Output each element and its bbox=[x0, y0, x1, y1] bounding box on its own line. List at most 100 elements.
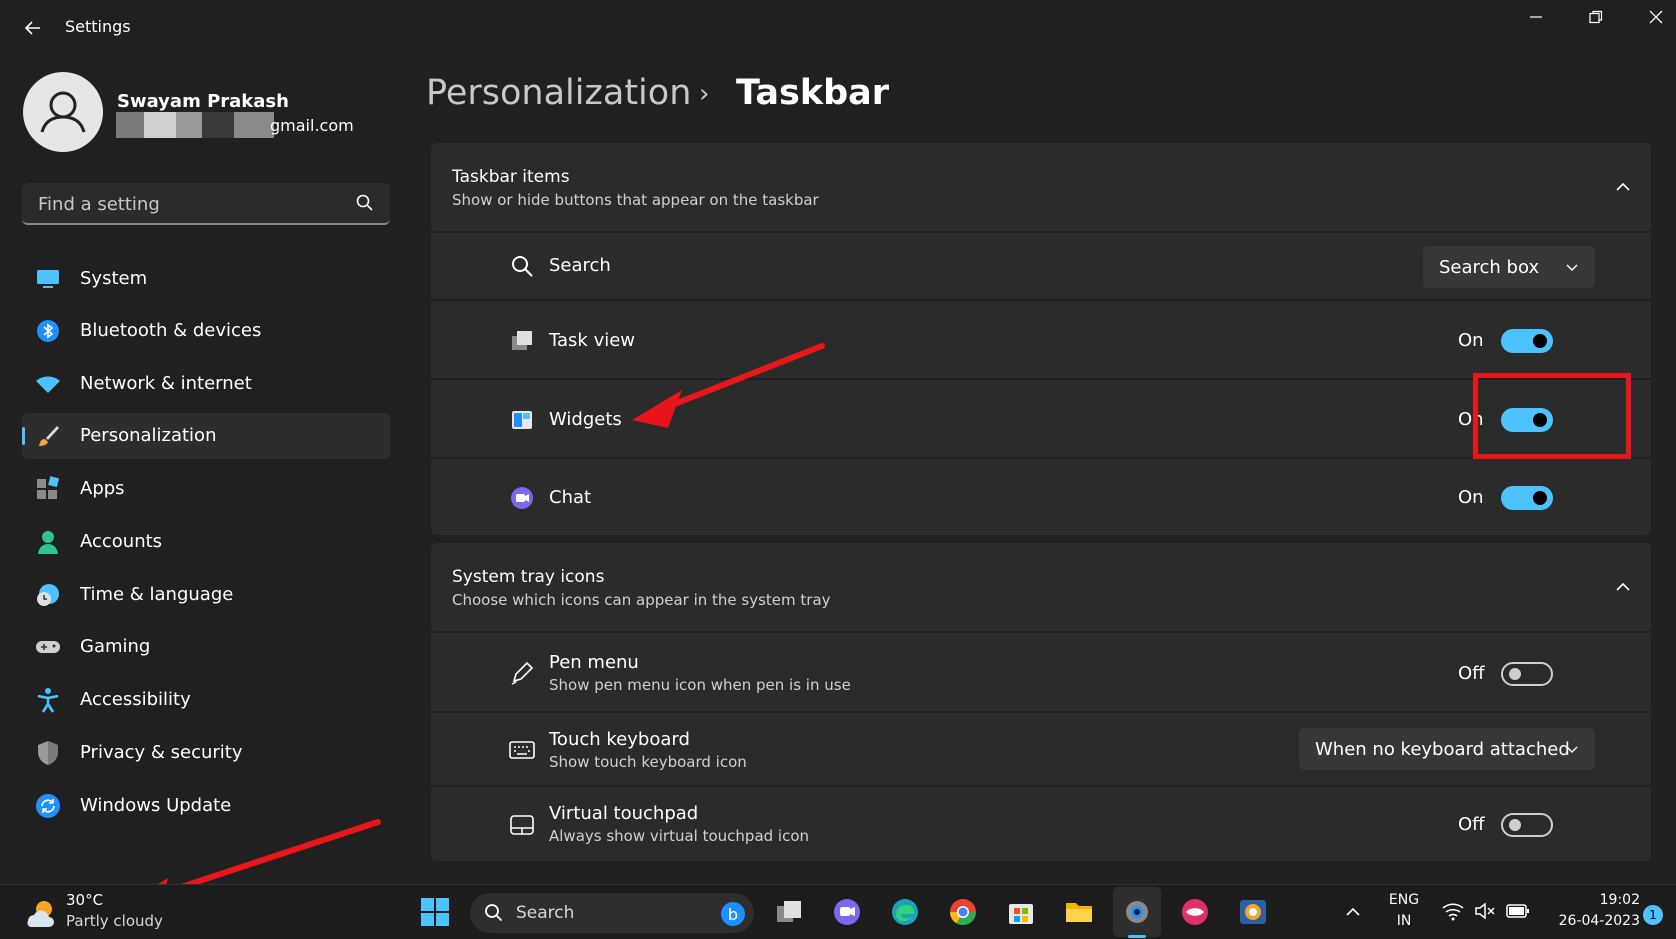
settings-gear-icon[interactable] bbox=[1122, 897, 1152, 927]
sidebar-item-label: Time & language bbox=[80, 584, 234, 605]
virtual-touchpad-toggle[interactable] bbox=[1501, 813, 1553, 837]
touchpad-icon bbox=[510, 815, 534, 835]
chevron-up-icon[interactable] bbox=[1611, 177, 1635, 197]
toggle-state-text: Off bbox=[1458, 814, 1485, 835]
search-icon bbox=[512, 256, 533, 277]
clock-date[interactable]: 26-04-2023 bbox=[1538, 913, 1640, 929]
windows-taskbar: 30°C Partly cloudy Search b ENG IN 19:02… bbox=[0, 884, 1676, 939]
sidebar-item-bluetooth[interactable]: Bluetooth & devices bbox=[22, 308, 390, 354]
battery-icon[interactable] bbox=[1506, 903, 1530, 919]
taskbar-search-box[interactable]: Search b bbox=[470, 893, 754, 933]
sidebar-item-label: Privacy & security bbox=[80, 742, 243, 763]
sidebar-item-label: Accounts bbox=[80, 531, 163, 552]
notification-badge[interactable]: 1 bbox=[1643, 905, 1663, 925]
chrome-browser-icon[interactable] bbox=[948, 897, 978, 927]
chevron-up-icon[interactable] bbox=[1344, 905, 1362, 919]
find-setting-box[interactable] bbox=[22, 183, 390, 225]
system-tray-section[interactable]: System tray icons Choose which icons can… bbox=[431, 543, 1651, 633]
breadcrumb-parent[interactable]: Personalization bbox=[426, 73, 691, 113]
highlight-box bbox=[1473, 373, 1631, 459]
setting-label: Search bbox=[549, 255, 611, 276]
dropdown-value: Search box bbox=[1439, 257, 1540, 278]
sidebar-item-label: Gaming bbox=[80, 636, 151, 657]
wifi-icon[interactable] bbox=[1442, 901, 1464, 921]
taskbar-items-section[interactable]: Taskbar items Show or hide buttons that … bbox=[431, 143, 1651, 233]
back-button[interactable] bbox=[18, 14, 48, 42]
sidebar-item-gaming[interactable]: Gaming bbox=[22, 624, 390, 670]
section-subtitle: Choose which icons can appear in the sys… bbox=[452, 591, 831, 609]
bing-icon[interactable]: b bbox=[720, 901, 746, 927]
chat-icon[interactable] bbox=[832, 897, 862, 927]
setting-description: Show pen menu icon when pen is in use bbox=[549, 676, 851, 694]
toggle-state-text: Off bbox=[1458, 663, 1485, 684]
setting-label: Task view bbox=[549, 330, 636, 351]
touch-keyboard-dropdown[interactable]: When no keyboard attached bbox=[1299, 728, 1595, 770]
restore-button[interactable] bbox=[1572, 4, 1620, 34]
breadcrumb-separator: › bbox=[699, 79, 710, 109]
update-icon bbox=[36, 794, 60, 818]
app-lips-icon[interactable] bbox=[1180, 897, 1210, 927]
sidebar-item-label: Windows Update bbox=[80, 795, 232, 816]
chevron-down-icon bbox=[1566, 746, 1578, 753]
chat-icon bbox=[511, 487, 533, 509]
sidebar-item-apps[interactable]: Apps bbox=[22, 466, 390, 512]
partly-cloudy-icon bbox=[27, 901, 54, 928]
shield-icon bbox=[38, 741, 58, 765]
section-header: Taskbar items Show or hide buttons that … bbox=[431, 143, 1651, 231]
photo-app-icon[interactable] bbox=[1238, 897, 1268, 927]
monitor-icon bbox=[37, 270, 59, 288]
chat-toggle[interactable] bbox=[1501, 486, 1553, 510]
sidebar-item-time-language[interactable]: Time & language bbox=[22, 572, 390, 618]
email-redaction bbox=[116, 112, 274, 138]
file-explorer-icon[interactable] bbox=[1064, 897, 1094, 927]
edge-browser-icon[interactable] bbox=[890, 897, 920, 927]
person-icon bbox=[40, 91, 86, 133]
search-mode-dropdown[interactable]: Search box bbox=[1423, 246, 1595, 288]
minimize-button[interactable] bbox=[1512, 4, 1560, 34]
task-view-toggle[interactable] bbox=[1501, 329, 1553, 353]
sidebar-item-accounts[interactable]: Accounts bbox=[22, 519, 390, 565]
wifi-icon bbox=[36, 376, 60, 393]
setting-row-pen-menu: Pen menu Show pen menu icon when pen is … bbox=[431, 631, 1651, 711]
user-email: gmail.com bbox=[270, 116, 354, 135]
sidebar-item-system[interactable]: System bbox=[22, 256, 390, 302]
setting-description: Show touch keyboard icon bbox=[549, 753, 747, 771]
microsoft-store-icon[interactable] bbox=[1006, 897, 1036, 927]
keyboard-icon bbox=[509, 741, 535, 759]
dropdown-value: When no keyboard attached bbox=[1315, 739, 1570, 760]
setting-row-widgets: Widgets On bbox=[431, 378, 1651, 457]
section-header: System tray icons Choose which icons can… bbox=[431, 543, 1651, 631]
weather-temperature: 30°C bbox=[66, 891, 104, 909]
person-icon bbox=[38, 531, 58, 554]
sidebar-item-network[interactable]: Network & internet bbox=[22, 361, 390, 407]
language-line1[interactable]: ENG bbox=[1382, 892, 1426, 908]
sidebar-item-accessibility[interactable]: Accessibility bbox=[22, 677, 390, 723]
setting-label: Pen menu bbox=[549, 652, 639, 673]
pen-menu-toggle[interactable] bbox=[1501, 662, 1553, 686]
sidebar-item-label: Apps bbox=[80, 478, 125, 499]
volume-muted-icon[interactable] bbox=[1474, 901, 1496, 921]
svg-text:b: b bbox=[728, 905, 738, 924]
user-name: Swayam Prakash bbox=[117, 91, 289, 112]
setting-row-virtual-touchpad: Virtual touchpad Always show virtual tou… bbox=[431, 785, 1651, 861]
setting-row-chat: Chat On bbox=[431, 457, 1651, 535]
sidebar-item-windows-update[interactable]: Windows Update bbox=[22, 783, 390, 829]
close-button[interactable] bbox=[1632, 4, 1676, 34]
find-setting-input[interactable] bbox=[36, 192, 340, 216]
language-line2: IN bbox=[1396, 913, 1412, 929]
sidebar-item-privacy-security[interactable]: Privacy & security bbox=[22, 730, 390, 776]
task-view-icon[interactable] bbox=[774, 897, 804, 927]
start-windows-icon[interactable] bbox=[420, 897, 450, 927]
clock-time[interactable]: 19:02 bbox=[1570, 892, 1640, 908]
chevron-up-icon[interactable] bbox=[1611, 577, 1635, 597]
brush-icon bbox=[39, 426, 59, 446]
section-title: Taskbar items bbox=[452, 167, 570, 187]
back-arrow-icon bbox=[24, 21, 40, 35]
avatar[interactable] bbox=[23, 72, 103, 152]
setting-row-touch-keyboard: Touch keyboard Show touch keyboard icon … bbox=[431, 711, 1651, 785]
search-icon bbox=[356, 194, 373, 211]
sidebar-item-personalization[interactable]: Personalization bbox=[22, 413, 390, 459]
page-title: Taskbar bbox=[736, 73, 890, 113]
active-indicator bbox=[22, 427, 25, 445]
section-subtitle: Show or hide buttons that appear on the … bbox=[452, 191, 819, 209]
